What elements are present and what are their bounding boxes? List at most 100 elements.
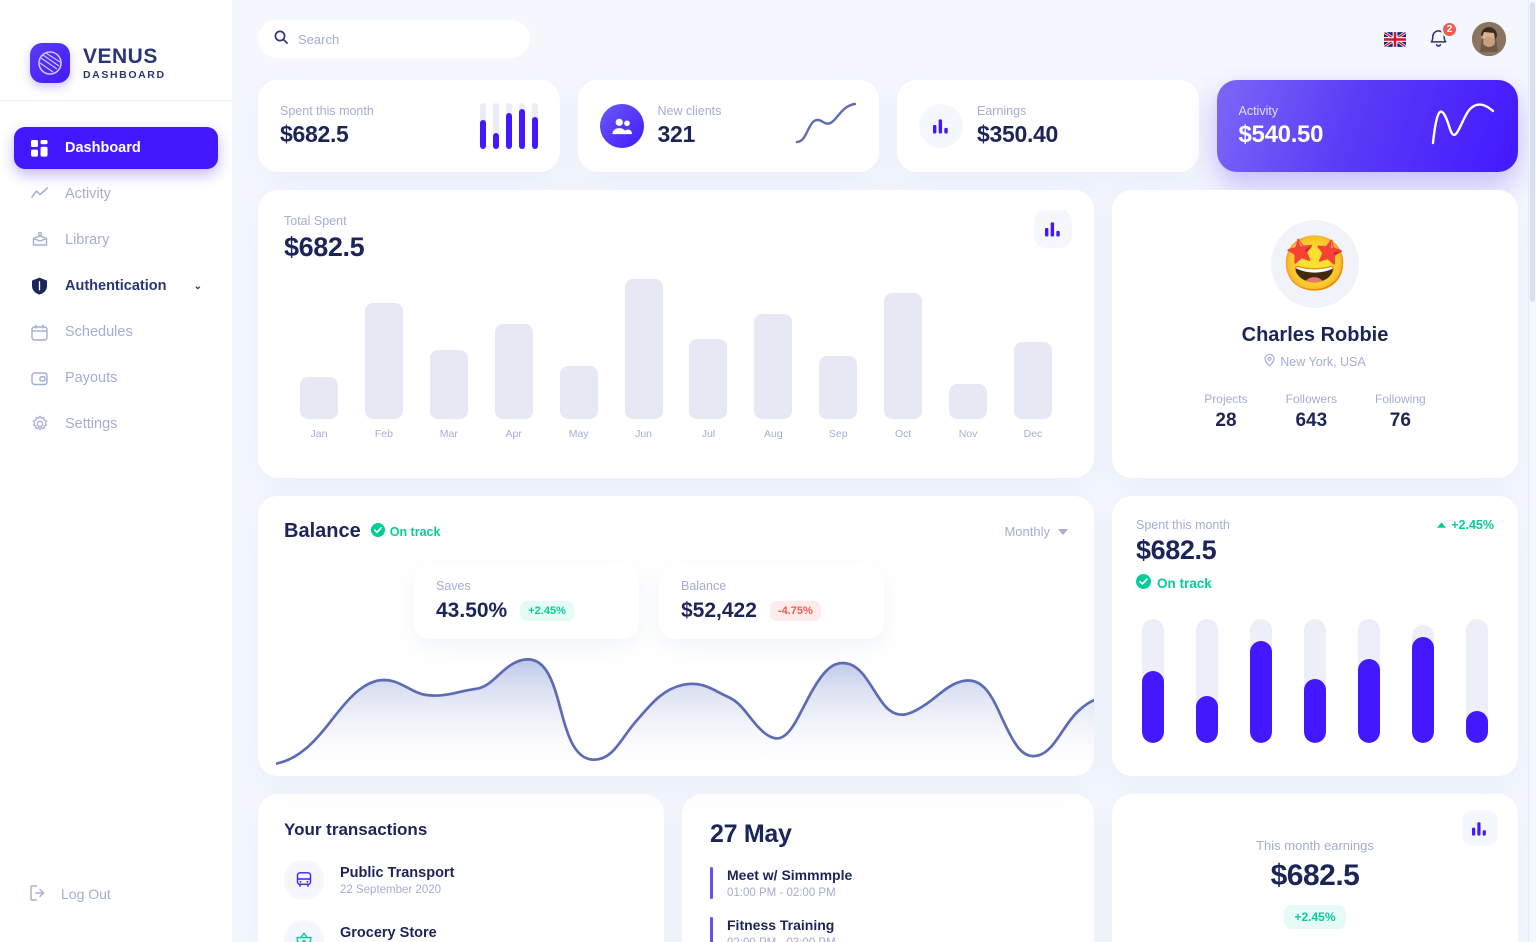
calendar-event[interactable]: Meet w/ Simmmple 01:00 PM - 02:00 PM: [710, 867, 1066, 899]
bar-chart-icon[interactable]: [1462, 810, 1498, 846]
wallet-icon: [30, 369, 49, 388]
logout-button[interactable]: Log Out: [0, 874, 232, 914]
sidebar-item-library[interactable]: Library: [14, 219, 218, 261]
topbar-actions: 2: [1384, 21, 1518, 56]
stat-cards-row: Spent this month $682.5 New clients 321 …: [258, 80, 1518, 172]
bar-column: Jun: [621, 279, 667, 440]
transactions-title: Your transactions: [284, 820, 428, 839]
search-input[interactable]: [298, 31, 514, 47]
basket-icon: [284, 920, 324, 942]
scrollbar-thumb[interactable]: [1530, 2, 1535, 302]
sidebar-item-payouts[interactable]: Payouts: [14, 357, 218, 399]
transaction-date: 22 September 2020: [340, 883, 442, 896]
earnings-value: $682.5: [1270, 859, 1360, 892]
balance-header: Balance On track Monthly: [284, 520, 1068, 543]
topbar: 2: [258, 0, 1518, 78]
profile-stat-label: Projects: [1204, 392, 1248, 406]
capsule-bar: [1466, 619, 1488, 743]
stat-card-earnings[interactable]: Earnings $350.40: [897, 80, 1199, 172]
sidebar-item-settings[interactable]: Settings: [14, 403, 218, 445]
uk-flag-icon[interactable]: [1384, 31, 1406, 47]
metric-value: $52,422: [681, 599, 757, 622]
card-value: $682.5: [284, 232, 365, 262]
spent-header: Spent this month $682.5 +2.45%: [1136, 518, 1494, 566]
page-scrollbar[interactable]: [1528, 0, 1536, 942]
sidebar-item-dashboard[interactable]: Dashboard: [14, 127, 218, 169]
range-label: Monthly: [1004, 524, 1050, 539]
bar-label: Nov: [958, 428, 978, 440]
bar-label: Oct: [894, 428, 912, 440]
venus-logo-icon: [30, 43, 70, 83]
search-bar[interactable]: [258, 20, 530, 58]
spent-delta-label: +2.45%: [1451, 518, 1494, 532]
calendar-icon: [30, 323, 49, 342]
stat-card-activity[interactable]: Activity $540.50: [1216, 80, 1518, 172]
transaction-name: Grocery Store: [340, 924, 437, 941]
sidebar-item-label: Activity: [65, 186, 111, 202]
spent-delta: +2.45%: [1437, 518, 1494, 532]
balance-metrics: Saves 43.50% +2.45% Balance $52,422 -4.7…: [284, 565, 1068, 639]
event-accent-bar: [710, 917, 713, 942]
bar-label: Sep: [828, 428, 848, 440]
mini-bar-chart: [479, 103, 538, 149]
stat-card-new-clients[interactable]: New clients 321: [577, 80, 879, 172]
calendar-event[interactable]: Fitness Training 02:00 PM - 03:00 PM: [710, 917, 1066, 942]
capsule-bar: [1304, 619, 1326, 743]
stat-value: $540.50: [1238, 120, 1324, 148]
notifications-button[interactable]: 2: [1428, 21, 1458, 50]
sidebar-item-schedules[interactable]: Schedules: [14, 311, 218, 353]
bar-column: May: [556, 366, 602, 440]
transaction-name: Public Transport: [340, 864, 455, 881]
profile-stat-value: 643: [1295, 410, 1328, 431]
bar-label: Jul: [701, 428, 716, 440]
main-content: 2 Spent this month $682.5: [232, 0, 1536, 942]
bar-column: Mar: [426, 350, 472, 440]
row-transactions-calendar-earnings: Your transactions Public Transport 22 Se…: [258, 794, 1518, 942]
activity-icon: [30, 185, 49, 204]
calendar-date: 27 May: [710, 820, 792, 848]
spent-capsule-chart: [1136, 608, 1494, 743]
profile-avatar: 🤩: [1271, 220, 1359, 308]
avatar[interactable]: [1472, 22, 1506, 56]
bar-chart-icon[interactable]: [1034, 210, 1072, 248]
search-icon: [274, 30, 288, 49]
sidebar-item-label: Payouts: [65, 370, 118, 386]
event-time: 02:00 PM - 03:00 PM: [727, 937, 836, 942]
bar-column: Jul: [685, 339, 731, 440]
profile-location: New York, USA: [1264, 353, 1366, 370]
sidebar-item-authentication[interactable]: Authentication ⌄: [14, 265, 218, 307]
capsule-bar: [1250, 619, 1272, 743]
capsule-bar: [1196, 619, 1218, 743]
sidebar: VENUS DASHBOARD Dashboard Activity Libra…: [0, 0, 232, 942]
bar-column: Feb: [361, 303, 407, 440]
profile-stat: Following 76: [1375, 392, 1426, 432]
chevron-down-icon[interactable]: ⌄: [194, 281, 202, 292]
list-item[interactable]: Public Transport 22 September 2020: [284, 860, 638, 900]
sidebar-item-label: Dashboard: [65, 140, 141, 156]
brand-logo[interactable]: VENUS DASHBOARD: [0, 0, 232, 100]
bar-label: Dec: [1023, 428, 1043, 440]
logout-label: Log Out: [61, 886, 111, 902]
profile-location-label: New York, USA: [1280, 355, 1366, 369]
row-total-spent-profile: Total Spent $682.5 Jan Feb Mar Apr May J…: [258, 190, 1518, 478]
sidebar-item-label: Authentication: [65, 278, 167, 294]
sidebar-nav: Dashboard Activity Library Authenticatio…: [0, 127, 232, 445]
transactions-card: Your transactions Public Transport 22 Se…: [258, 794, 664, 942]
metric-balance: Balance $52,422 -4.75%: [659, 565, 884, 639]
event-time: 01:00 PM - 02:00 PM: [727, 887, 836, 899]
check-circle-icon: [370, 523, 385, 540]
row-balance-spent: Balance On track Monthly Saves 43.50% +2…: [258, 496, 1518, 776]
logout-icon: [30, 884, 47, 904]
profile-stat-value: 76: [1389, 410, 1411, 431]
total-spent-bar-chart: Jan Feb Mar Apr May Jun Jul Aug Sep Oct …: [284, 279, 1068, 440]
stat-value: $682.5: [280, 121, 349, 147]
list-item[interactable]: Grocery Store 18 September 2020: [284, 920, 638, 942]
brand-subtitle: DASHBOARD: [83, 68, 166, 81]
sidebar-item-activity[interactable]: Activity: [14, 173, 218, 215]
bus-icon: [284, 860, 324, 900]
earnings-delta: +2.45%: [1284, 905, 1346, 929]
profile-name: Charles Robbie: [1241, 324, 1389, 346]
range-dropdown[interactable]: Monthly: [1004, 524, 1068, 539]
stat-card-spent[interactable]: Spent this month $682.5: [258, 80, 560, 172]
